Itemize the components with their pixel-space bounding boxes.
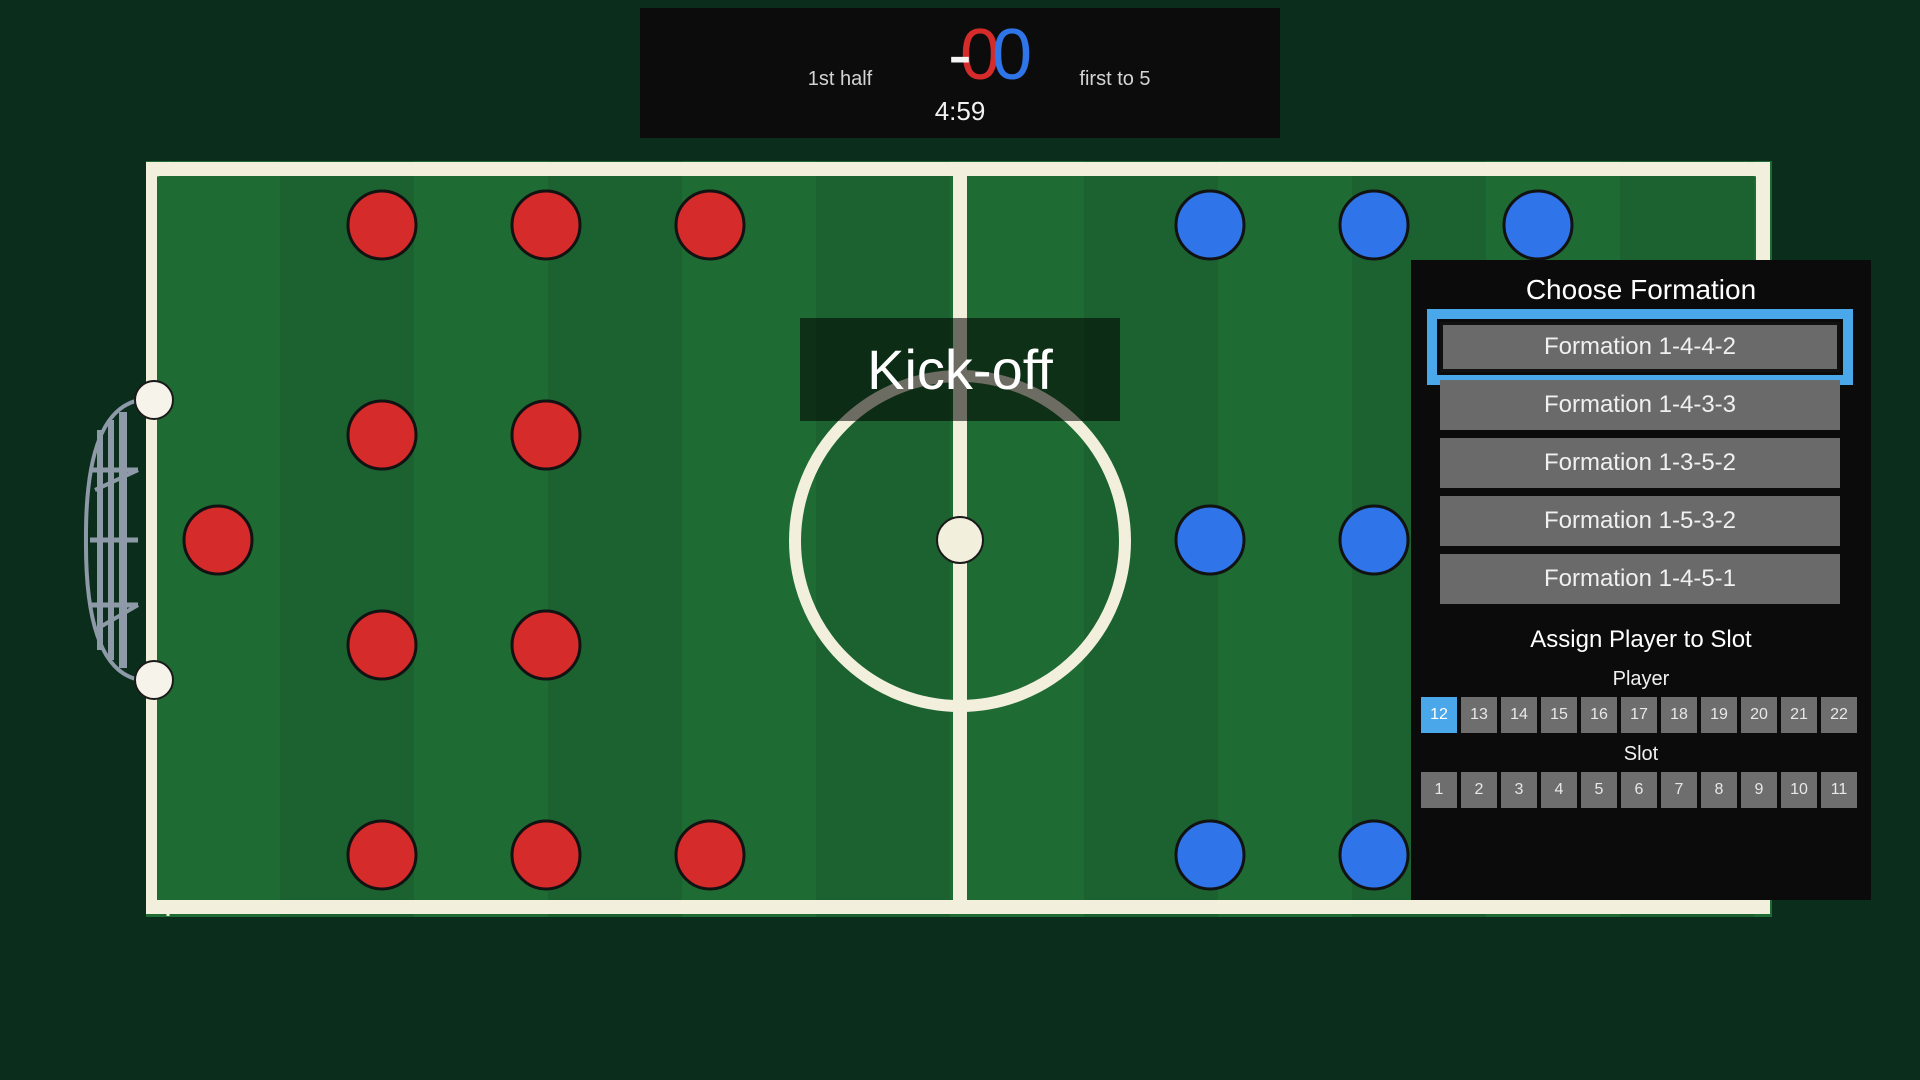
goal-net [83, 398, 141, 682]
formation-option-1-3-5-2[interactable]: Formation 1-3-5-2 [1440, 438, 1840, 488]
slot-chip[interactable]: 1 [1421, 772, 1457, 808]
slot-chip[interactable]: 11 [1821, 772, 1857, 808]
player-chip[interactable]: 16 [1581, 697, 1617, 733]
slot-chip[interactable]: 3 [1501, 772, 1537, 808]
slot-chip[interactable]: 2 [1461, 772, 1497, 808]
slot-chip[interactable]: 10 [1781, 772, 1817, 808]
slot-selector: 1 2 3 4 5 6 7 8 9 10 11 [1421, 772, 1861, 808]
slot-chip[interactable]: 5 [1581, 772, 1617, 808]
formation-option-1-5-3-2[interactable]: Formation 1-5-3-2 [1440, 496, 1840, 546]
player-chip[interactable]: 15 [1541, 697, 1577, 733]
player-chip[interactable]: 17 [1621, 697, 1657, 733]
match-rule-label: first to 5 [1079, 68, 1151, 90]
formation-option-1-4-5-1[interactable]: Formation 1-4-5-1 [1440, 554, 1840, 604]
slot-chip[interactable]: 6 [1621, 772, 1657, 808]
player-label: Player [1612, 668, 1670, 690]
formation-panel: Choose Formation Formation 1-4-4-2 Forma… [1411, 260, 1871, 900]
slot-chip[interactable]: 7 [1661, 772, 1697, 808]
slot-label: Slot [1623, 743, 1659, 765]
slot-chip[interactable]: 8 [1701, 772, 1737, 808]
player-chip[interactable]: 14 [1501, 697, 1537, 733]
kickoff-banner: Kick-off [800, 318, 1120, 421]
scoreboard: 1st half 0 - 0 first to 5 4:59 [640, 8, 1280, 138]
player-chip[interactable]: 20 [1741, 697, 1777, 733]
player-chip[interactable]: 18 [1661, 697, 1697, 733]
player-chip[interactable]: 12 [1421, 697, 1457, 733]
player-chip[interactable]: 21 [1781, 697, 1817, 733]
player-chip[interactable]: 13 [1461, 697, 1497, 733]
player-chip[interactable]: 19 [1701, 697, 1737, 733]
score-separator: - [948, 15, 972, 95]
assign-player-title: Assign Player to Slot [1530, 626, 1752, 653]
player-selector: 12 13 14 15 16 17 18 19 20 21 22 [1421, 697, 1861, 733]
slot-chip[interactable]: 9 [1741, 772, 1777, 808]
match-clock: 4:59 [934, 96, 986, 126]
formation-panel-title: Choose Formation [1525, 274, 1757, 305]
formation-option-1-4-3-3[interactable]: Formation 1-4-3-3 [1440, 380, 1840, 430]
player-chip[interactable]: 22 [1821, 697, 1857, 733]
slot-chip[interactable]: 4 [1541, 772, 1577, 808]
formation-option-1-4-4-2[interactable]: Formation 1-4-4-2 [1427, 309, 1853, 385]
